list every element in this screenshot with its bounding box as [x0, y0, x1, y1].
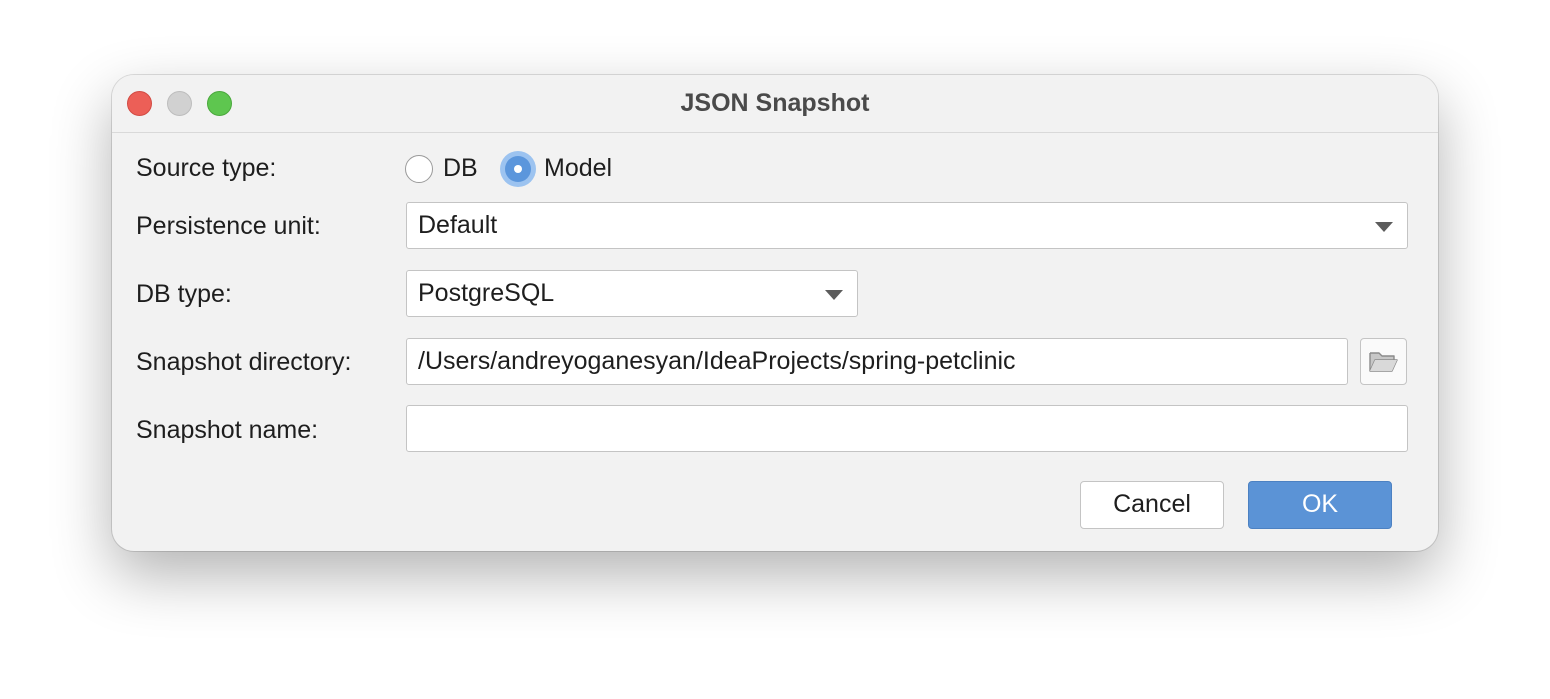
dialog-title: JSON Snapshot: [680, 89, 870, 117]
source-type-model-label[interactable]: Model: [544, 154, 612, 183]
chevron-down-icon: [1375, 222, 1393, 232]
persistence-unit-value: Default: [418, 211, 498, 239]
db-type-label: DB type:: [136, 280, 232, 308]
source-type-label: Source type:: [136, 154, 277, 182]
db-type-select[interactable]: PostgreSQL: [406, 270, 858, 317]
persistence-unit-label: Persistence unit:: [136, 212, 321, 240]
snapshot-name-input[interactable]: [406, 405, 1408, 452]
chevron-down-icon: [825, 290, 843, 300]
persistence-unit-select[interactable]: Default: [406, 202, 1408, 249]
json-snapshot-dialog: JSON Snapshot Source type: DB Model Pers…: [112, 75, 1438, 551]
cancel-button[interactable]: Cancel: [1080, 481, 1224, 529]
ok-button[interactable]: OK: [1248, 481, 1392, 529]
snapshot-directory-label: Snapshot directory:: [136, 348, 352, 376]
snapshot-directory-input[interactable]: /Users/andreyoganesyan/IdeaProjects/spri…: [406, 338, 1348, 385]
snapshot-name-label: Snapshot name:: [136, 416, 319, 444]
source-type-db-radio[interactable]: [405, 155, 433, 183]
folder-icon: [1369, 352, 1398, 372]
title-bar: JSON Snapshot: [112, 75, 1438, 133]
source-type-db-label[interactable]: DB: [443, 154, 478, 183]
browse-directory-button[interactable]: [1360, 338, 1407, 385]
source-type-model-radio[interactable]: [500, 151, 536, 187]
db-type-value: PostgreSQL: [418, 279, 555, 307]
